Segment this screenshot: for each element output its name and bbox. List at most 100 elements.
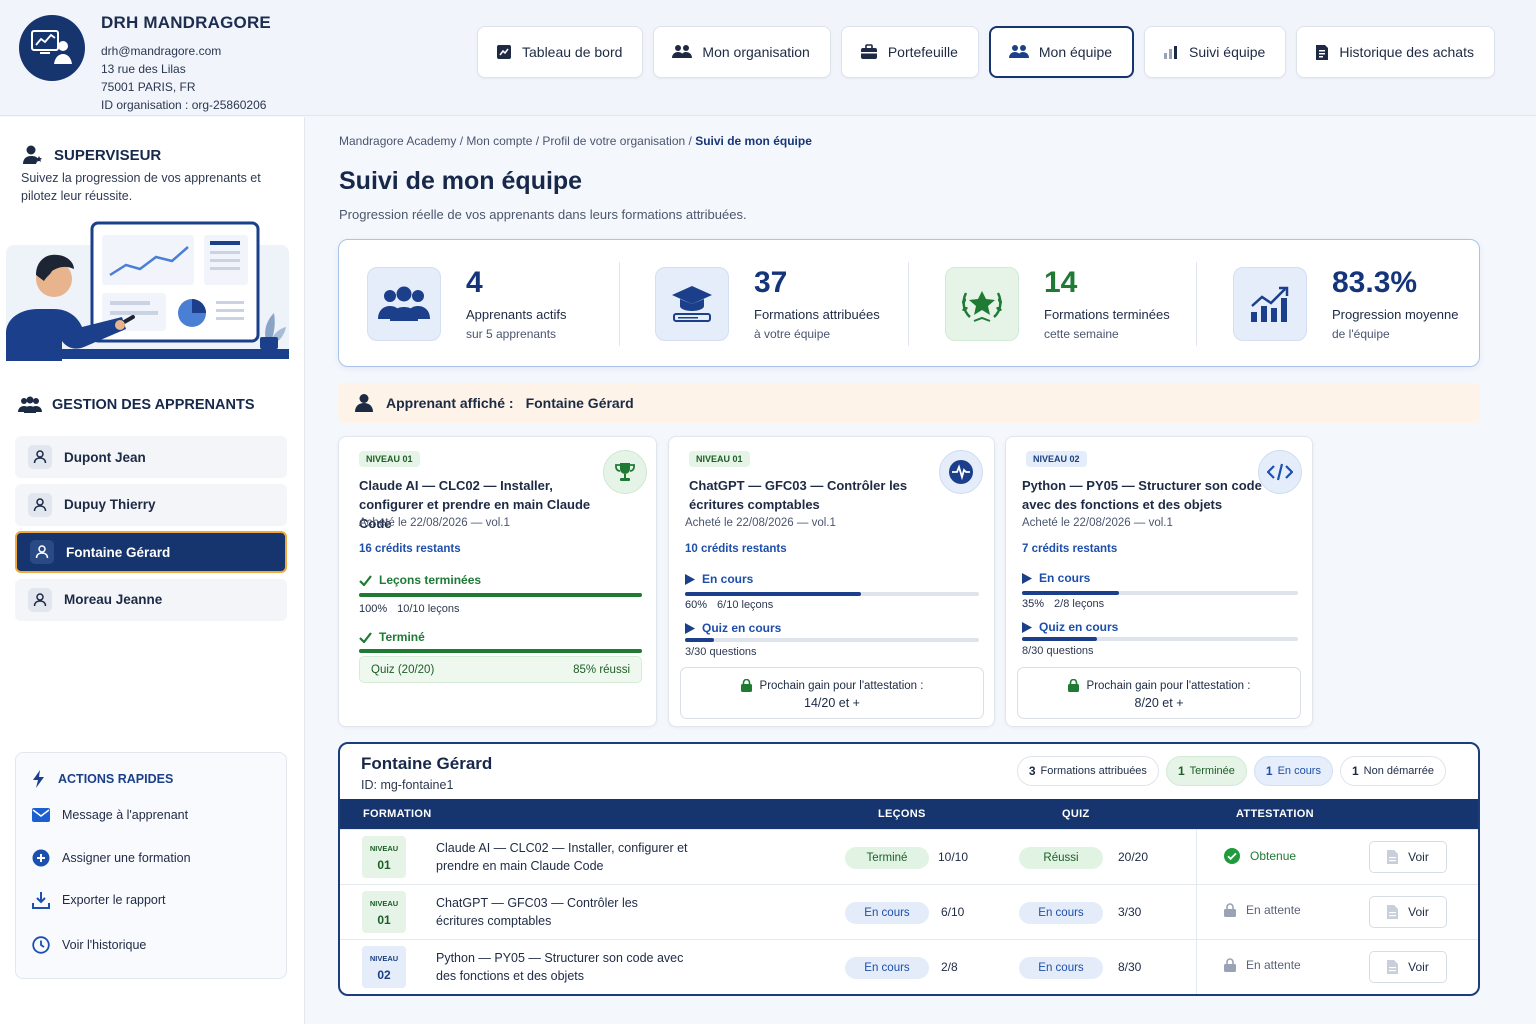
quick-action-message[interactable]: Message à l'apprenant <box>32 808 188 822</box>
nav-historique-des-achats[interactable]: Historique des achats <box>1296 26 1495 78</box>
nav-mon-equipe[interactable]: Mon équipe <box>988 26 1135 78</box>
level-word: NIVEAU <box>369 844 399 853</box>
learner-item-dupuy-thierry[interactable]: Dupuy Thierry <box>15 483 287 526</box>
table-row: NIVEAU 01 ChatGPT — GFC03 — Contrôler les… <box>340 884 1478 940</box>
table-summary-pills: 3 Formations attribuées 1 Terminée 1 En cou… <box>1016 756 1446 786</box>
top-nav: Tableau de bord Mon organisation Portefe… <box>477 26 1495 78</box>
document-icon <box>1387 905 1399 919</box>
lessons-status-text: En cours <box>1039 571 1091 585</box>
breadcrumb-path[interactable]: Mandragore Academy / Mon compte / Profil… <box>339 134 695 148</box>
table-header: FORMATION LEÇONS QUIZ ATTESTATION <box>340 799 1478 829</box>
learner-item-moreau-jeanne[interactable]: Moreau Jeanne <box>15 578 287 621</box>
nav-portefeuille[interactable]: Portefeuille <box>840 26 979 78</box>
attestation-status: En attente <box>1224 958 1301 972</box>
level-badge: NIVEAU 01 <box>362 836 406 878</box>
nav-label: Suivi équipe <box>1189 44 1266 60</box>
briefcase-icon <box>860 44 878 60</box>
play-icon <box>1022 621 1032 633</box>
header-lecons: LEÇONS <box>878 808 926 820</box>
lessons-meta: 100% 10/10 leçons <box>359 603 460 615</box>
user-icon <box>28 587 52 612</box>
table-row: NIVEAU 01 Claude AI — CLC02 — Installer, … <box>340 829 1478 885</box>
lessons-progress-bar <box>685 592 979 596</box>
quick-action-label: Exporter le rapport <box>62 893 166 907</box>
quick-action-history[interactable]: Voir l'historique <box>32 936 146 954</box>
course-card-chatgpt[interactable]: NIVEAU 01 ChatGPT — GFC03 — Contrôler le… <box>668 436 995 727</box>
attestation-text: En attente <box>1246 958 1301 972</box>
learner-item-dupont-jean[interactable]: Dupont Jean <box>15 436 287 478</box>
lessons-percent: 60% <box>685 599 708 611</box>
check-icon <box>359 631 372 643</box>
lessons-status: En cours <box>685 572 753 586</box>
pill-completed[interactable]: 1 Terminée <box>1165 756 1247 786</box>
course-card-python[interactable]: NIVEAU 02 Python — PY05 — Structurer son… <box>1005 436 1313 727</box>
play-icon <box>685 622 695 634</box>
learner-item-fontaine-gerard[interactable]: Fontaine Gérard <box>15 531 287 573</box>
gain-label: Prochain gain pour l'attestation : <box>1086 679 1251 692</box>
level-number: 01 <box>377 913 391 927</box>
nav-label: Historique des achats <box>1339 44 1474 60</box>
quick-action-assign[interactable]: Assigner une formation <box>32 849 191 867</box>
row-divider <box>1196 940 1197 994</box>
learner-name: Fontaine Gérard <box>66 544 171 560</box>
org-id: ID organisation : org-25860206 <box>101 98 267 112</box>
org-logo-icon <box>31 30 72 64</box>
quiz-progress-bar <box>359 649 642 653</box>
level-badge: NIVEAU 02 <box>1026 451 1087 467</box>
learner-courses-table: Fontaine Gérard ID: mg-fontaine1 3 Format… <box>338 742 1480 996</box>
bar-chart-icon <box>1163 44 1179 60</box>
banner-label: Apprenant affiché : <box>386 395 514 411</box>
lock-icon <box>1067 679 1079 692</box>
stat-active-learners: 4 Apprenants actifs sur 5 apprenants <box>367 267 566 341</box>
quiz-result-box: Quiz (20/20) 85% réussi <box>359 656 642 683</box>
stat-sub: sur 5 apprenants <box>466 327 557 341</box>
quiz-progress-fill <box>359 649 642 653</box>
row-course-title: Python — PY05 — Structurer son code avec… <box>436 951 684 983</box>
stat-value: 83.3% <box>1332 266 1418 299</box>
nav-suivi-equipe[interactable]: Suivi équipe <box>1144 26 1287 78</box>
org-address-line1: 13 rue des Lilas <box>101 62 186 76</box>
pill-not-started[interactable]: 1 Non démarrée <box>1339 756 1446 786</box>
org-logo <box>19 15 85 81</box>
course-purchase-date: Acheté le 22/08/2026 — vol.1 <box>1022 517 1173 529</box>
lessons-progress-fill <box>685 592 862 596</box>
graduation-cap-icon <box>655 267 729 341</box>
header-formation: FORMATION <box>363 808 432 820</box>
view-button[interactable]: Voir <box>1369 951 1447 983</box>
quick-action-export[interactable]: Exporter le rapport <box>32 891 166 909</box>
quiz-result: 85% réussi <box>573 663 630 676</box>
learner-name: Moreau Jeanne <box>64 592 163 607</box>
nav-label: Portefeuille <box>887 44 958 60</box>
header: DRH MANDRAGORE drh@mandragore.com 13 rue… <box>0 0 1536 116</box>
users-icon <box>672 44 693 60</box>
quick-actions-panel: ACTIONS RAPIDES Message à l'apprenant As… <box>15 752 287 979</box>
dashboard-icon <box>496 44 512 60</box>
nav-mon-organisation[interactable]: Mon organisation <box>653 26 831 78</box>
pill-assigned[interactable]: 3 Formations attribuées <box>1016 756 1159 786</box>
group-icon <box>367 267 441 341</box>
nav-label: Mon organisation <box>702 44 810 60</box>
quiz-progress-fill <box>1022 637 1097 641</box>
org-info: DRH MANDRAGORE drh@mandragore.com 13 rue… <box>101 13 271 114</box>
lessons-percent: 100% <box>359 603 388 615</box>
check-circle-icon <box>1224 848 1240 864</box>
course-card-claude[interactable]: NIVEAU 01 Claude AI — CLC02 — Installer,… <box>338 436 657 727</box>
stat-assigned-courses: 37 Formations attribuées à votre équipe <box>655 267 880 341</box>
learner-list: Dupont Jean Dupuy Thierry Fontaine Gérar… <box>15 436 287 626</box>
lock-icon <box>1224 903 1236 917</box>
pill-count: 1 <box>1351 764 1359 778</box>
row-divider <box>1196 885 1197 940</box>
stat-sub: à votre équipe <box>754 327 831 341</box>
pill-in-progress[interactable]: 1 En cours <box>1253 756 1333 786</box>
clock-icon <box>32 936 50 954</box>
level-word: NIVEAU <box>369 954 399 963</box>
view-button[interactable]: Voir <box>1369 896 1447 928</box>
lessons-status-text: Leçons terminées <box>379 573 482 587</box>
pill-label: En cours <box>1277 765 1321 777</box>
user-icon <box>30 540 54 564</box>
view-button[interactable]: Voir <box>1369 841 1447 873</box>
document-icon <box>1387 960 1399 974</box>
pill-count: 3 <box>1028 764 1036 778</box>
nav-tableau-de-bord[interactable]: Tableau de bord <box>477 26 644 78</box>
table-learner-name: Fontaine Gérard <box>361 754 493 773</box>
